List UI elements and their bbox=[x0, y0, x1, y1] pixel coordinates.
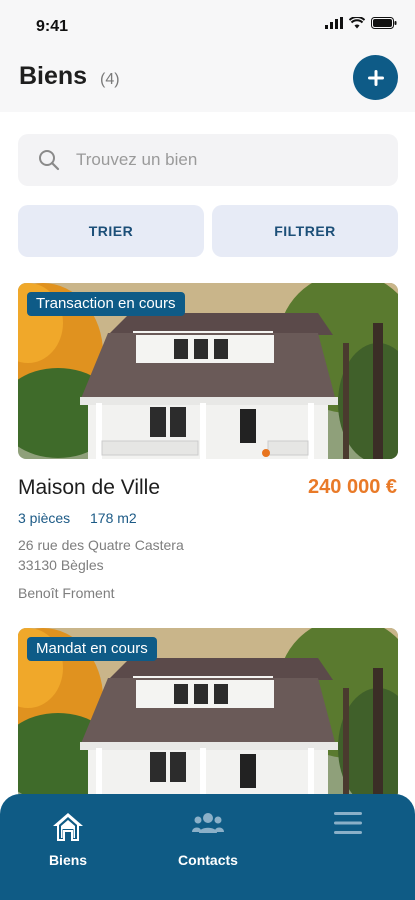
property-photo[interactable]: Transaction en cours bbox=[18, 283, 398, 459]
nav-label-biens: Biens bbox=[48, 852, 88, 868]
sort-button[interactable]: TRIER bbox=[18, 205, 204, 257]
nav-label-contacts: Contacts bbox=[178, 852, 238, 868]
status-badge: Transaction en cours bbox=[27, 292, 185, 316]
search-icon bbox=[39, 150, 60, 171]
header: Biens (4) bbox=[0, 50, 415, 112]
status-bar: 9:41 bbox=[0, 0, 415, 50]
menu-icon bbox=[334, 812, 362, 834]
property-rooms: 3 pièces bbox=[18, 510, 71, 526]
bottom-navigation: Biens Contacts bbox=[0, 794, 415, 900]
filter-button[interactable]: FILTRER bbox=[212, 205, 398, 257]
status-time: 9:41 bbox=[36, 18, 69, 35]
item-count: (4) bbox=[100, 71, 120, 88]
page-title: Biens bbox=[19, 62, 88, 90]
property-address-line2: 33130 Bègles bbox=[18, 557, 104, 573]
nav-item-contacts[interactable]: Contacts bbox=[148, 794, 268, 894]
property-agent: Benoît Froment bbox=[18, 585, 115, 601]
signal-icon bbox=[325, 17, 343, 29]
property-price: 240 000 € bbox=[308, 476, 397, 498]
home-icon bbox=[53, 813, 83, 841]
search-input[interactable] bbox=[76, 134, 386, 186]
nav-item-biens[interactable]: Biens bbox=[8, 794, 128, 894]
plus-icon bbox=[367, 69, 384, 86]
property-title[interactable]: Maison de Ville bbox=[18, 476, 160, 500]
property-photo[interactable]: Mandat en cours bbox=[18, 628, 398, 800]
people-icon bbox=[192, 813, 224, 833]
battery-icon bbox=[371, 17, 397, 29]
search-box bbox=[18, 134, 398, 186]
nav-item-menu[interactable] bbox=[288, 794, 408, 894]
status-badge: Mandat en cours bbox=[27, 637, 157, 661]
add-property-button[interactable] bbox=[353, 55, 398, 100]
status-icons bbox=[325, 17, 397, 29]
wifi-icon bbox=[349, 17, 365, 29]
property-area: 178 m2 bbox=[90, 510, 137, 526]
property-address-line1: 26 rue des Quatre Castera bbox=[18, 537, 184, 553]
